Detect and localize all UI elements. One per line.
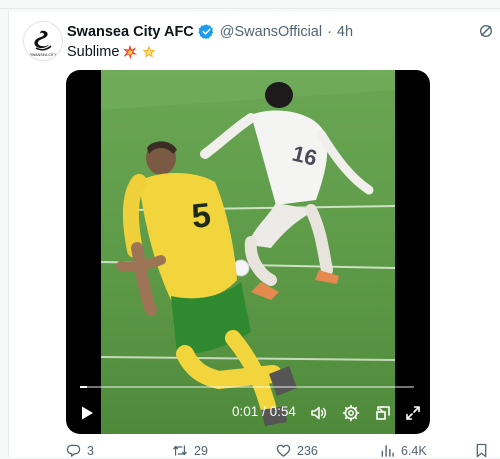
reply-icon [66, 444, 81, 457]
tweet-card[interactable]: SWANSEA CITY Swansea City AFC @SwansOffi… [8, 11, 500, 458]
author-display-name[interactable]: Swansea City AFC [67, 24, 194, 40]
video-frame: 16 5 [101, 70, 395, 434]
duration: 0:54 [269, 404, 296, 419]
bookmark-icon [476, 443, 487, 458]
collision-emoji-icon [122, 44, 138, 60]
tweet-body: Sublime [67, 44, 120, 60]
view-count: 6.4K [401, 443, 427, 458]
volume-icon[interactable] [308, 402, 330, 424]
current-time: 0:01 [232, 404, 259, 419]
settings-icon[interactable] [340, 402, 362, 424]
glowing-star-emoji-icon [141, 44, 157, 60]
jersey-number: 5 [190, 196, 213, 236]
reply-count: 3 [87, 443, 94, 458]
analytics-icon [381, 445, 394, 457]
avatar[interactable]: SWANSEA CITY [23, 21, 63, 61]
verified-badge-icon[interactable] [198, 23, 215, 40]
swan-logo-icon: SWANSEA CITY [30, 30, 57, 57]
author-row: Swansea City AFC @SwansOfficial · 4h [67, 23, 353, 40]
divider [0, 8, 500, 9]
video-player[interactable]: 16 5 0:01 / 0:54 [66, 70, 430, 434]
picture-in-picture-icon[interactable] [372, 402, 394, 424]
video-progress-bar[interactable] [80, 386, 414, 388]
video-time: 0:01 / 0:54 [232, 404, 296, 419]
heart-icon [276, 444, 291, 457]
avatar-text: SWANSEA CITY [30, 53, 57, 57]
repost-icon [173, 445, 187, 456]
tweet-text: Sublime [67, 44, 157, 60]
like-count: 236 [297, 443, 318, 458]
bookmark-button[interactable] [475, 443, 488, 458]
like-button[interactable]: 236 [276, 443, 318, 458]
play-icon[interactable] [76, 402, 98, 424]
fullscreen-icon[interactable] [402, 402, 424, 424]
reply-button[interactable]: 3 [66, 443, 94, 458]
views-button[interactable]: 6.4K [380, 443, 427, 458]
time-separator: · [327, 23, 332, 40]
repost-count: 29 [194, 443, 208, 458]
video-progress-fill [80, 386, 87, 388]
post-timestamp[interactable]: 4h [337, 24, 353, 40]
video-controls: 0:01 / 0:54 [66, 400, 430, 428]
repost-button[interactable]: 29 [172, 443, 208, 458]
time-divider: / [262, 404, 266, 419]
grok-icon[interactable] [476, 21, 496, 41]
author-handle[interactable]: @SwansOfficial [220, 24, 322, 40]
